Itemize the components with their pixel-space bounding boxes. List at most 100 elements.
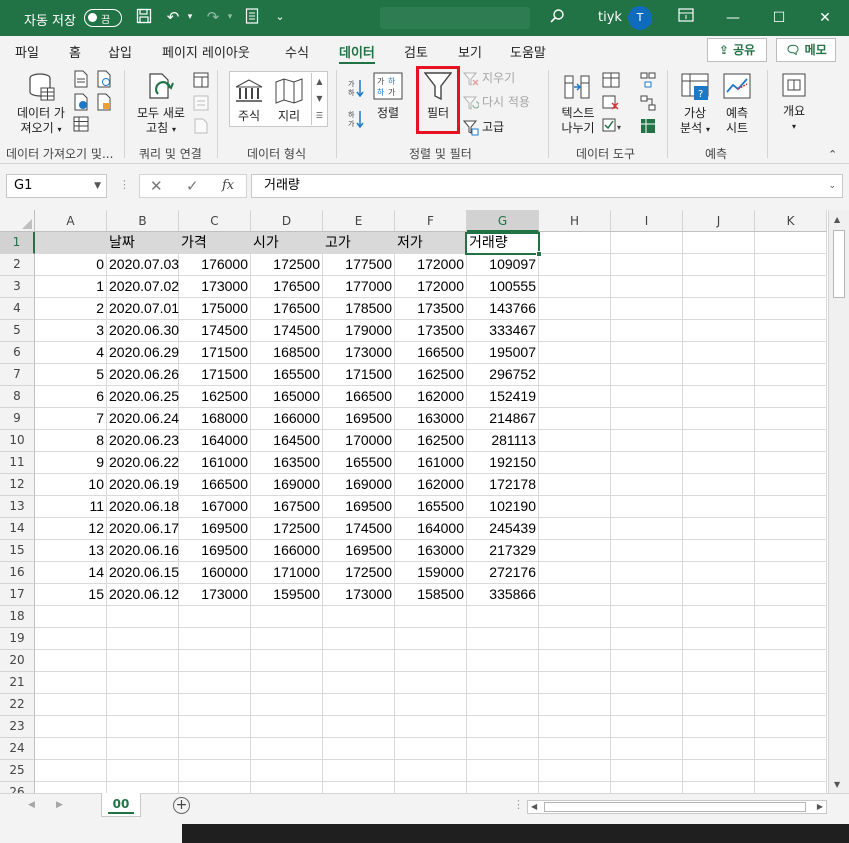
- cell[interactable]: 2020.06.16: [107, 540, 179, 562]
- cell[interactable]: 173000: [323, 342, 395, 364]
- cell[interactable]: 172000: [395, 276, 467, 298]
- cell[interactable]: 165000: [251, 386, 323, 408]
- share-button[interactable]: ⇪ 공유: [707, 38, 767, 62]
- row-header[interactable]: 8: [0, 386, 35, 408]
- from-table-icon[interactable]: [73, 116, 89, 135]
- cell[interactable]: 162000: [395, 386, 467, 408]
- cell[interactable]: [395, 716, 467, 738]
- cell[interactable]: 2020.06.17: [107, 518, 179, 540]
- cell[interactable]: 162500: [395, 364, 467, 386]
- cell[interactable]: [611, 408, 683, 430]
- name-box[interactable]: G1 ▼: [6, 174, 107, 198]
- cell[interactable]: 173000: [179, 584, 251, 606]
- cell[interactable]: [35, 782, 107, 793]
- cell[interactable]: [107, 716, 179, 738]
- cell[interactable]: [683, 496, 755, 518]
- header-cell[interactable]: 고가: [323, 232, 395, 254]
- properties-icon[interactable]: [193, 95, 209, 114]
- tab-page-layout[interactable]: 페이지 레이아웃: [162, 42, 250, 61]
- cell[interactable]: 2020.06.19: [107, 474, 179, 496]
- cell[interactable]: [755, 650, 827, 672]
- cell[interactable]: 100555: [467, 276, 539, 298]
- cell[interactable]: [611, 452, 683, 474]
- cell[interactable]: 1: [35, 276, 107, 298]
- header-cell[interactable]: 날짜: [107, 232, 179, 254]
- advanced-filter-button[interactable]: 고급: [482, 120, 504, 135]
- cell[interactable]: 335866: [467, 584, 539, 606]
- cell[interactable]: [611, 782, 683, 793]
- cell[interactable]: [179, 738, 251, 760]
- chevron-down-icon[interactable]: ▼: [94, 175, 101, 197]
- geography-button[interactable]: 지리: [272, 109, 306, 124]
- cell[interactable]: 195007: [467, 342, 539, 364]
- tab-view[interactable]: 보기: [458, 42, 482, 61]
- edit-links-icon[interactable]: [193, 118, 209, 137]
- cell[interactable]: 109097: [467, 254, 539, 276]
- cell[interactable]: [251, 738, 323, 760]
- database-icon[interactable]: [27, 72, 57, 105]
- cell[interactable]: [539, 606, 611, 628]
- sheet-prev-icon[interactable]: ◀: [28, 800, 35, 810]
- cell[interactable]: [539, 254, 611, 276]
- cell[interactable]: 176500: [251, 276, 323, 298]
- header-cell[interactable]: 거래량: [467, 232, 539, 254]
- cell[interactable]: [539, 628, 611, 650]
- fill-handle[interactable]: [536, 251, 542, 257]
- cell[interactable]: [179, 650, 251, 672]
- cell[interactable]: [35, 672, 107, 694]
- cell[interactable]: [611, 562, 683, 584]
- cell[interactable]: [683, 452, 755, 474]
- cell[interactable]: 2020.06.15: [107, 562, 179, 584]
- cell[interactable]: [755, 364, 827, 386]
- scroll-down-icon[interactable]: ▼: [834, 780, 840, 789]
- cell[interactable]: [683, 232, 755, 254]
- cell[interactable]: [755, 738, 827, 760]
- row-header[interactable]: 9: [0, 408, 35, 430]
- cell[interactable]: 177000: [323, 276, 395, 298]
- cell[interactable]: 2: [35, 298, 107, 320]
- cell[interactable]: [467, 738, 539, 760]
- cell[interactable]: [683, 716, 755, 738]
- cell[interactable]: [755, 342, 827, 364]
- cell[interactable]: [323, 694, 395, 716]
- cancel-icon[interactable]: ✕: [150, 177, 163, 195]
- cell[interactable]: [611, 254, 683, 276]
- cell[interactable]: 165500: [395, 496, 467, 518]
- clear-filter-icon[interactable]: [462, 72, 479, 89]
- redo-dropdown-icon[interactable]: ▾: [221, 8, 239, 26]
- cell[interactable]: [539, 540, 611, 562]
- reapply-button[interactable]: 다시 적용: [482, 95, 530, 110]
- cell[interactable]: [683, 694, 755, 716]
- cell[interactable]: [611, 760, 683, 782]
- tab-data[interactable]: 데이터: [339, 42, 375, 65]
- cell[interactable]: [683, 628, 755, 650]
- cell[interactable]: 166500: [179, 474, 251, 496]
- recent-sources-icon[interactable]: [96, 70, 112, 91]
- column-header[interactable]: C: [179, 210, 251, 232]
- tab-insert[interactable]: 삽입: [108, 42, 132, 61]
- cell[interactable]: [35, 628, 107, 650]
- cell[interactable]: 166500: [323, 386, 395, 408]
- relationships-icon[interactable]: [640, 95, 656, 114]
- forecast-sheet-button[interactable]: 예측 시트: [719, 106, 755, 136]
- cell[interactable]: 161000: [395, 452, 467, 474]
- cell[interactable]: [755, 408, 827, 430]
- row-header[interactable]: 3: [0, 276, 35, 298]
- cell[interactable]: [539, 694, 611, 716]
- cell[interactable]: [611, 716, 683, 738]
- enter-icon[interactable]: ✓: [186, 177, 199, 195]
- cell[interactable]: 163000: [395, 540, 467, 562]
- cell[interactable]: 163500: [251, 452, 323, 474]
- cell[interactable]: 167500: [251, 496, 323, 518]
- cell[interactable]: [683, 342, 755, 364]
- cell[interactable]: [683, 540, 755, 562]
- cell[interactable]: [755, 628, 827, 650]
- cell[interactable]: [755, 474, 827, 496]
- cell[interactable]: [539, 408, 611, 430]
- cell[interactable]: 143766: [467, 298, 539, 320]
- cell[interactable]: [539, 782, 611, 793]
- undo-dropdown-icon[interactable]: ▾: [181, 8, 199, 26]
- existing-connections-icon[interactable]: [96, 93, 112, 114]
- cell[interactable]: [467, 760, 539, 782]
- remove-duplicates-icon[interactable]: [602, 95, 620, 114]
